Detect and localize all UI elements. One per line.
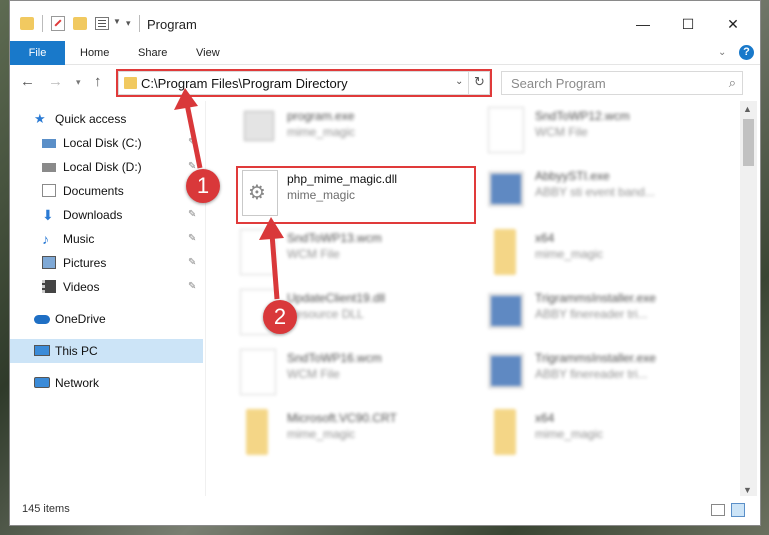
step-1-badge: 1 <box>186 169 220 203</box>
arrow-2-shaft <box>269 233 280 300</box>
arrow-1-head <box>174 88 198 110</box>
arrow-1-shaft <box>184 103 203 169</box>
step-2-badge: 2 <box>263 300 297 334</box>
arrow-2-head <box>259 217 284 240</box>
annotation-arrows <box>174 88 284 300</box>
